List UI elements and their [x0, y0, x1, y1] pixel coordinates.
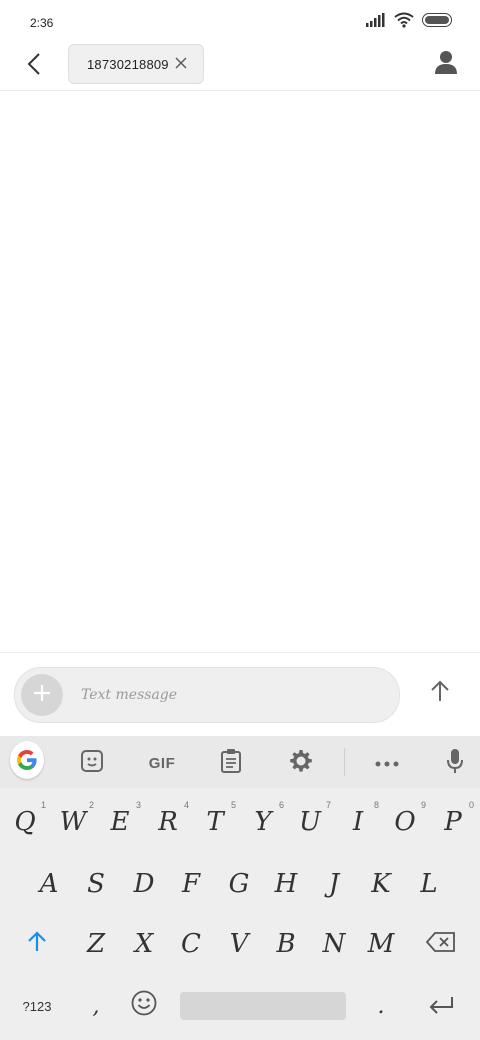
google-button[interactable]	[10, 741, 44, 779]
key-a[interactable]: A	[26, 856, 72, 912]
key-t[interactable]: T5	[192, 794, 238, 850]
gif-label: GIF	[148, 754, 176, 772]
mic-button[interactable]	[438, 746, 472, 780]
status-time: 2:36	[30, 16, 54, 30]
send-arrow-icon	[430, 680, 450, 707]
key-v[interactable]: V	[216, 916, 262, 972]
key-x[interactable]: X	[121, 916, 167, 972]
close-icon[interactable]	[171, 53, 191, 73]
enter-key[interactable]	[418, 978, 464, 1034]
recipient-number: 18730218809	[87, 56, 169, 72]
key-e[interactable]: E3	[97, 794, 143, 850]
key-b[interactable]: B	[263, 916, 309, 972]
key-row-2: A S D F G H J K L	[0, 856, 480, 912]
composer: Text message	[0, 652, 480, 737]
comma-key[interactable]: ,	[73, 978, 119, 1034]
keyboard: GIF Q1 W2 E3 R4 T5 Y6 U 7 I 8 O 9 P 0 A …	[0, 736, 480, 1040]
send-button[interactable]	[426, 679, 454, 707]
battery-icon	[422, 13, 452, 32]
gif-button[interactable]: GIF	[140, 746, 184, 780]
key-g[interactable]: G	[216, 856, 262, 912]
key-k[interactable]: K	[358, 856, 404, 912]
keyboard-toolbar: GIF	[0, 736, 480, 788]
backspace-icon	[425, 929, 456, 959]
key-q[interactable]: Q1	[2, 794, 48, 850]
key-row-3: Z X C V B N M	[0, 916, 480, 972]
backspace-key[interactable]	[418, 916, 464, 972]
more-button[interactable]	[370, 746, 404, 780]
message-placeholder: Text message	[81, 687, 178, 703]
period-key[interactable]: .	[358, 978, 404, 1034]
key-m[interactable]: M	[358, 916, 404, 972]
contact-button[interactable]	[430, 48, 462, 80]
key-r[interactable]: R4	[145, 794, 191, 850]
conversation-header: 18730218809	[0, 44, 480, 91]
add-attachment-button[interactable]	[21, 674, 63, 716]
key-p[interactable]: P0	[430, 794, 476, 850]
key-z[interactable]: Z	[73, 916, 119, 972]
space-bar[interactable]	[180, 992, 346, 1020]
key-s[interactable]: S	[73, 856, 119, 912]
message-input[interactable]: Text message	[14, 667, 400, 723]
clipboard-icon	[220, 748, 242, 779]
plus-icon	[33, 684, 51, 707]
key-y[interactable]: Y6	[240, 794, 286, 850]
more-icon	[375, 754, 399, 772]
wifi-icon	[394, 12, 414, 33]
key-u[interactable]: U7	[287, 794, 333, 850]
status-bar: 2:36	[0, 0, 480, 44]
enter-icon	[428, 991, 454, 1021]
toolbar-divider	[344, 748, 345, 776]
key-d[interactable]: D	[121, 856, 167, 912]
clipboard-button[interactable]	[214, 746, 248, 780]
key-j[interactable]: J	[311, 856, 357, 912]
key-i[interactable]: I8	[335, 794, 381, 850]
key-row-1: Q1 W2 E3 R4 T5 Y6 U7 I8 O9 P0	[0, 794, 480, 850]
person-icon	[435, 50, 457, 79]
sticker-button[interactable]	[75, 746, 109, 780]
signal-icon	[366, 13, 386, 32]
shift-key[interactable]	[14, 916, 60, 972]
key-c[interactable]: C	[168, 916, 214, 972]
key-row-4: ?123 , .	[0, 978, 480, 1034]
symbols-key[interactable]: ?123	[14, 978, 60, 1034]
shift-arrow-icon	[27, 929, 47, 959]
key-l[interactable]: L	[406, 856, 452, 912]
key-n[interactable]: N	[311, 916, 357, 972]
mic-icon	[446, 748, 464, 779]
key-o[interactable]: O9	[382, 794, 428, 850]
emoji-key[interactable]	[121, 978, 167, 1034]
key-f[interactable]: F	[168, 856, 214, 912]
recipient-chip[interactable]: 18730218809	[68, 44, 204, 84]
google-icon	[10, 741, 44, 779]
key-h[interactable]: H	[263, 856, 309, 912]
back-button[interactable]	[18, 50, 50, 82]
sticker-icon	[80, 749, 104, 778]
gear-icon	[289, 749, 313, 778]
back-icon	[25, 52, 43, 81]
key-w[interactable]: W2	[50, 794, 96, 850]
settings-button[interactable]	[284, 746, 318, 780]
message-thread	[0, 92, 480, 652]
emoji-icon	[131, 990, 157, 1023]
